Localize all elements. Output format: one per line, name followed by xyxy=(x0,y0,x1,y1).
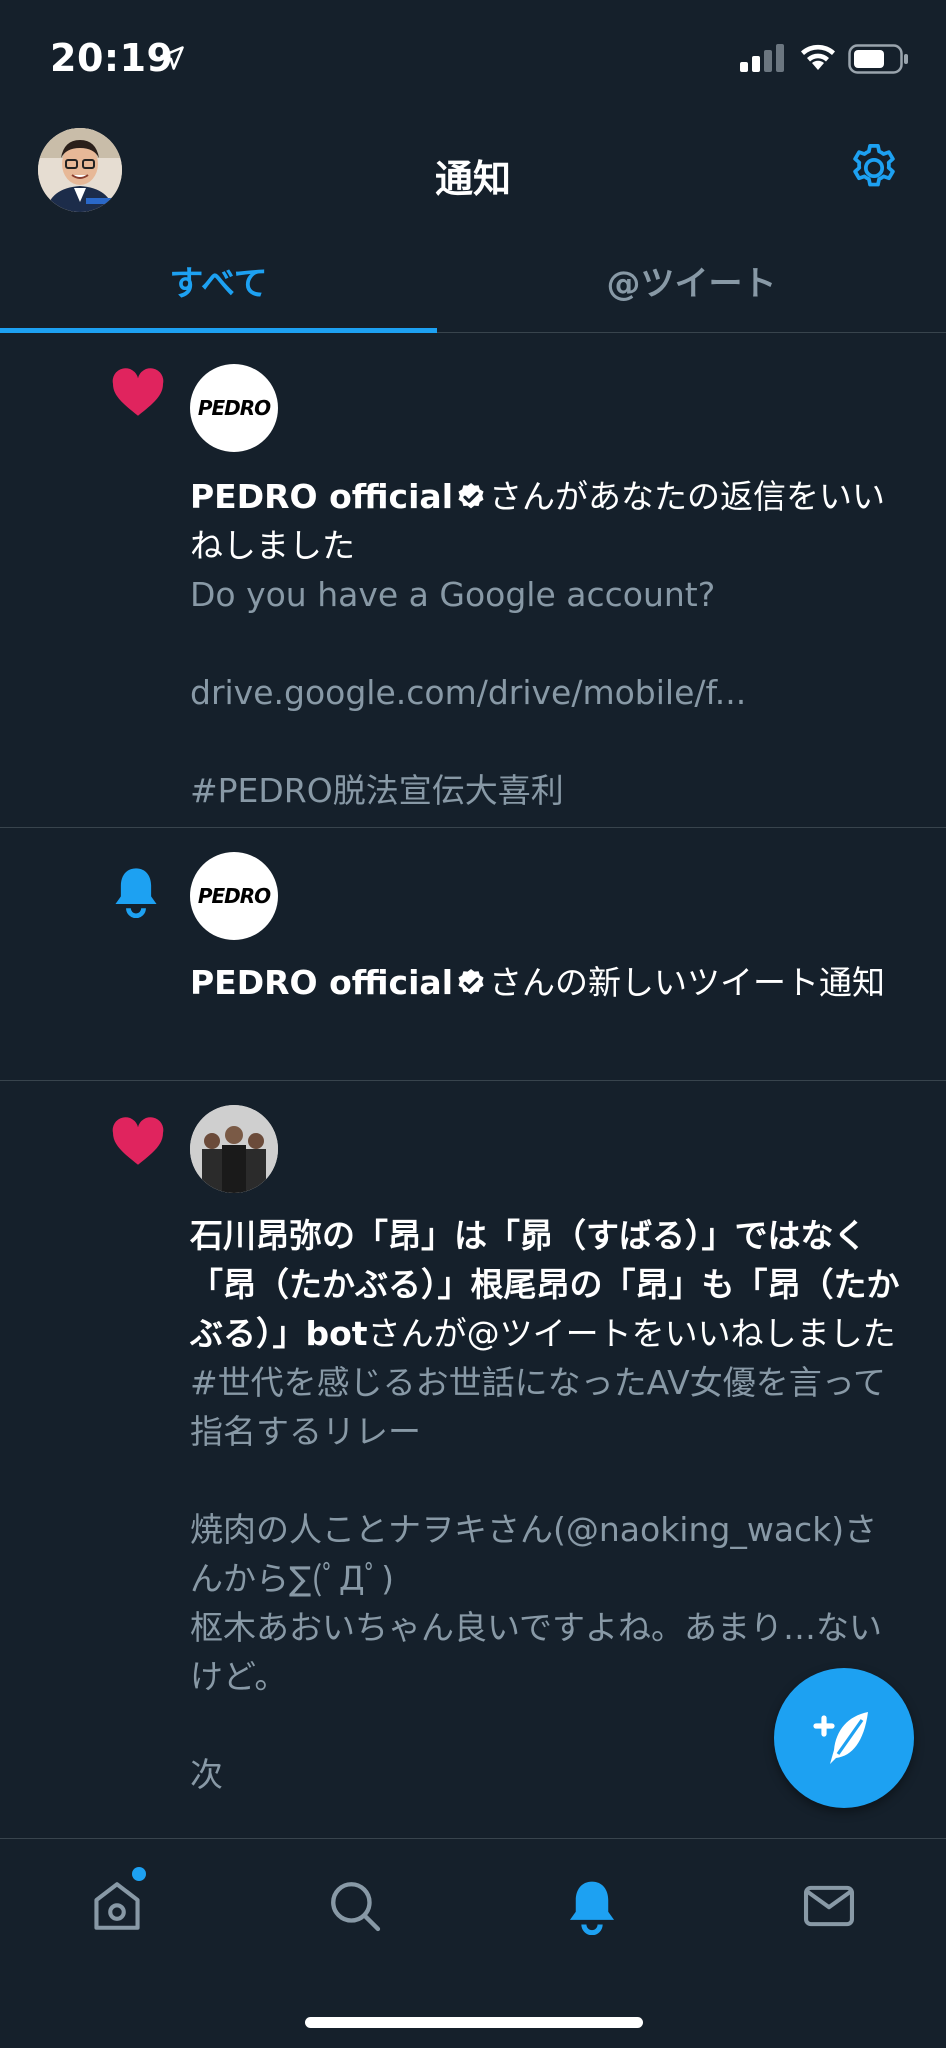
actor-name[interactable]: PEDRO official xyxy=(190,963,453,1002)
battery-icon xyxy=(848,44,908,74)
bottom-tab-bar xyxy=(0,1838,946,2048)
user-avatar[interactable]: PEDRO xyxy=(190,364,278,452)
user-avatar[interactable] xyxy=(190,1105,278,1193)
avatar-logo-text: PEDRO xyxy=(197,884,271,908)
notification-feed: PEDRO PEDRO official さんがあなたの返信をいいねしました Do… xyxy=(0,334,946,1841)
messages-envelope-icon[interactable] xyxy=(800,1877,858,1935)
page-title: 通知 xyxy=(434,157,511,201)
home-indicator xyxy=(305,2017,643,2028)
notification-text: PEDRO official さんがあなたの返信をいいねしました Do you h… xyxy=(190,472,900,815)
tab-mentions[interactable]: @ツイート xyxy=(473,256,910,305)
cellular-signal-icon xyxy=(740,44,784,72)
notifications-bell-icon[interactable] xyxy=(563,1877,621,1935)
active-tab-indicator xyxy=(0,328,437,333)
settings-gear-icon[interactable] xyxy=(846,140,902,196)
avatar-photo xyxy=(190,1105,278,1193)
home-icon[interactable] xyxy=(88,1877,146,1935)
compose-tweet-button[interactable] xyxy=(774,1668,914,1808)
status-time: 20:19 xyxy=(50,36,174,80)
verified-badge-icon xyxy=(458,969,484,995)
notification-tabs: すべて @ツイート xyxy=(0,236,946,333)
compose-feather-icon xyxy=(813,1712,868,1764)
bell-icon xyxy=(115,868,157,918)
tweet-text[interactable]: Do you have a Google account? drive.goog… xyxy=(190,570,900,815)
heart-icon xyxy=(112,1117,164,1165)
status-bar: 20:19 xyxy=(0,0,946,118)
app-header: 通知 xyxy=(0,118,946,218)
notification-action: さんの新しいツイート通知 xyxy=(489,963,886,1002)
heart-icon xyxy=(112,368,164,416)
wifi-icon xyxy=(801,44,835,70)
search-icon[interactable] xyxy=(326,1877,384,1935)
location-arrow-icon xyxy=(160,46,184,70)
avatar-logo-text: PEDRO xyxy=(197,396,271,420)
notification-item[interactable]: PEDRO PEDRO official さんがあなたの返信をいいねしました Do… xyxy=(0,334,946,828)
verified-badge-icon xyxy=(458,483,484,509)
notification-text: PEDRO official さんの新しいツイート通知 xyxy=(190,958,900,1007)
user-avatar[interactable]: PEDRO xyxy=(190,852,278,940)
notification-item[interactable]: PEDRO PEDRO official さんの新しいツイート通知 xyxy=(0,828,946,1081)
tab-all[interactable]: すべて xyxy=(0,256,437,305)
notification-action: さんが@ツイートをいいねしました xyxy=(367,1314,896,1353)
actor-name[interactable]: PEDRO official xyxy=(190,477,453,516)
home-unread-dot xyxy=(132,1867,146,1881)
